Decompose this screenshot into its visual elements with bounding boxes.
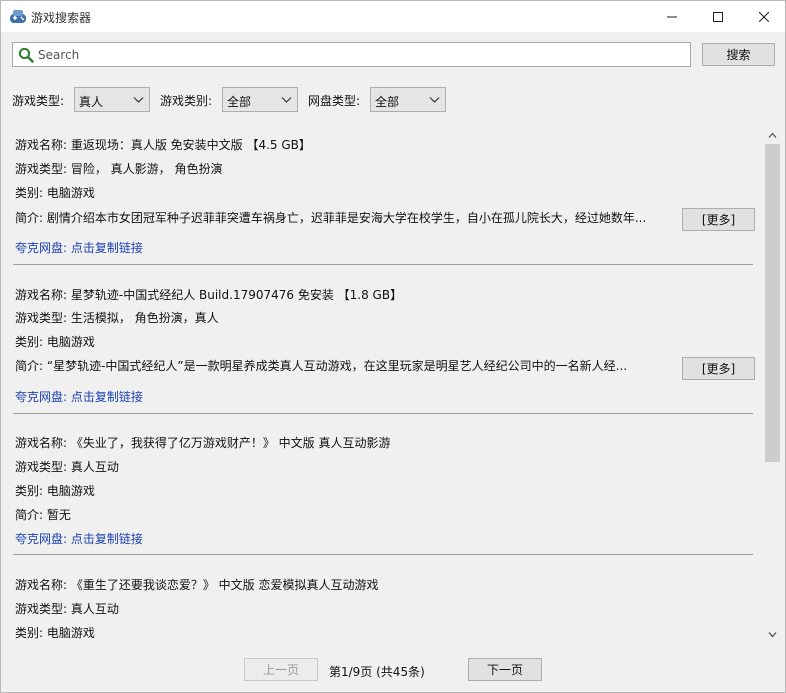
game-category-select[interactable]: 全部	[222, 87, 298, 112]
game-name: 游戏名称: 《重生了还要我谈恋爱？》 中文版 恋爱模拟真人互动游戏	[15, 578, 379, 592]
chevron-up-icon[interactable]	[768, 131, 777, 140]
disk-type-select[interactable]: 全部	[370, 87, 446, 112]
prev-page-button[interactable]: 上一页	[244, 658, 318, 681]
divider	[13, 554, 753, 555]
game-name: 游戏名称: 重返现场：真人版 免安装中文版 【4.5 GB】	[15, 138, 311, 152]
game-category: 类别: 电脑游戏	[15, 335, 95, 349]
disk-type-label: 网盘类型:	[308, 94, 361, 108]
quark-link[interactable]: 夸克网盘: 点击复制链接	[15, 388, 143, 405]
app-window: 游戏搜索器 搜索 游戏类型: 真人 游戏类别: 全部 网盘类型: 全部	[0, 0, 786, 693]
game-category: 类别: 电脑游戏	[15, 626, 95, 640]
window-title: 游戏搜索器	[31, 11, 92, 25]
game-category-value: 全部	[227, 95, 252, 109]
minimize-icon	[667, 16, 677, 17]
game-name: 游戏名称: 《失业了，我获得了亿万游戏财产！》 中文版 真人互动影游	[15, 436, 391, 450]
game-category: 类别: 电脑游戏	[15, 484, 95, 498]
game-type: 游戏类型: 真人互动	[15, 602, 119, 616]
game-intro: 简介: “星梦轨迹-中国式经纪人”是一款明星养成类真人互动游戏，在这里玩家是明星…	[15, 359, 628, 373]
page-info: 第1/9页 (共45条)	[329, 665, 425, 679]
game-type-value: 真人	[79, 95, 104, 109]
more-button[interactable]: [更多]	[682, 357, 755, 380]
chevron-down-icon[interactable]	[768, 630, 777, 639]
title-bar: 游戏搜索器	[1, 1, 785, 32]
game-type-select[interactable]: 真人	[74, 87, 150, 112]
search-input[interactable]	[38, 44, 688, 65]
chevron-down-icon	[429, 97, 440, 103]
close-button[interactable]	[741, 1, 786, 32]
game-type-label: 游戏类型:	[12, 94, 65, 108]
chevron-down-icon	[281, 97, 292, 103]
result-list[interactable]: 游戏名称: 重返现场：真人版 免安装中文版 【4.5 GB】 游戏类型: 冒险，…	[5, 127, 763, 643]
game-type: 游戏类型: 生活模拟， 角色扮演，真人	[15, 311, 219, 325]
game-category: 类别: 电脑游戏	[15, 186, 95, 200]
maximize-icon	[713, 11, 723, 22]
search-button[interactable]: 搜索	[702, 43, 775, 66]
minimize-button[interactable]	[649, 1, 695, 32]
game-name: 游戏名称: 星梦轨迹-中国式经纪人 Build.17907476 免安装 【1.…	[15, 288, 403, 302]
game-intro: 简介: 剧情介绍本市女团冠军种子迟菲菲突遭车祸身亡，迟菲菲是安海大学在校学生，自…	[15, 211, 647, 225]
search-icon	[18, 47, 34, 63]
close-icon	[759, 11, 769, 22]
divider	[13, 264, 753, 265]
game-intro: 简介: 暂无	[15, 508, 71, 522]
maximize-button[interactable]	[695, 1, 741, 32]
divider	[13, 413, 753, 414]
search-box[interactable]	[12, 42, 691, 67]
chevron-down-icon	[133, 97, 144, 103]
scrollbar-thumb[interactable]	[765, 144, 780, 462]
disk-type-value: 全部	[375, 95, 400, 109]
game-type: 游戏类型: 真人互动	[15, 460, 119, 474]
quark-link[interactable]: 夸克网盘: 点击复制链接	[15, 239, 143, 256]
gamepad-icon	[10, 10, 26, 23]
game-category-label: 游戏类别:	[160, 94, 213, 108]
vertical-scrollbar[interactable]	[764, 127, 781, 643]
next-page-button[interactable]: 下一页	[468, 658, 542, 681]
more-button[interactable]: [更多]	[682, 208, 755, 231]
quark-link[interactable]: 夸克网盘: 点击复制链接	[15, 530, 143, 547]
game-type: 游戏类型: 冒险， 真人影游， 角色扮演	[15, 162, 223, 176]
